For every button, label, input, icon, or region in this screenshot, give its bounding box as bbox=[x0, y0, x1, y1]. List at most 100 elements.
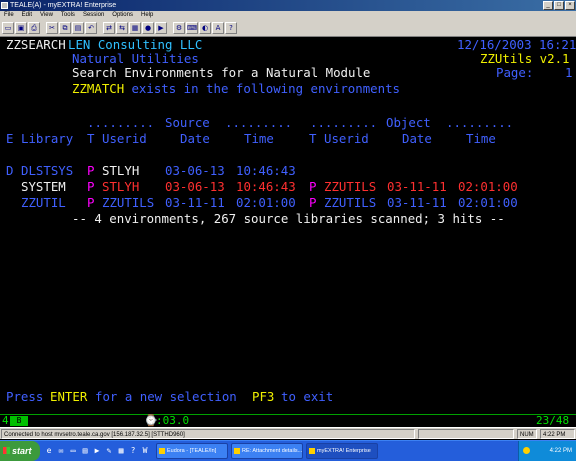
ie-icon[interactable]: e bbox=[44, 445, 54, 457]
terminal-screen[interactable]: ZZSEARCH LEN Consulting LLC 12/16/2003 1… bbox=[0, 37, 576, 414]
row-library: ZZUTIL bbox=[21, 195, 66, 210]
num-lock-indicator: NUM bbox=[517, 429, 537, 439]
copy-icon[interactable]: ⧉ bbox=[59, 22, 71, 34]
cut-icon[interactable]: ✂ bbox=[46, 22, 58, 34]
task-label: Eudora - [TEALE/In] bbox=[167, 448, 217, 454]
macro-icon[interactable]: ▦ bbox=[129, 22, 141, 34]
status-time: 4:22 PM bbox=[540, 429, 575, 439]
system-tray: 4:22 PM bbox=[518, 441, 576, 461]
minimize-button[interactable]: _ bbox=[543, 1, 553, 10]
col-e: E bbox=[6, 131, 14, 146]
cursor-position: 23/48 bbox=[536, 414, 570, 427]
row-source-date: 03-06-13 bbox=[165, 179, 225, 194]
row-source-date: 03-11-11 bbox=[165, 195, 225, 210]
help-icon[interactable]: ? bbox=[128, 445, 138, 457]
task-eudora[interactable]: Eudora - [TEALE/In] bbox=[156, 443, 228, 459]
row-object-time: 02:01:00 bbox=[458, 195, 518, 210]
connect-icon[interactable]: ⇄ bbox=[103, 22, 115, 34]
record-icon[interactable]: ● bbox=[142, 22, 154, 34]
operator-info-area: 4 B ⌚ :03.0 23/48 bbox=[0, 414, 576, 427]
footer-press: Press bbox=[6, 389, 44, 404]
program-name: ZZSEARCH bbox=[6, 37, 66, 52]
open-icon[interactable]: ▭ bbox=[2, 22, 14, 34]
object-dots-left: ......... bbox=[310, 115, 378, 130]
app-icon bbox=[1, 2, 8, 9]
menu-edit[interactable]: Edit bbox=[22, 11, 32, 20]
menu-bar: File Edit View Tools Session Options Hel… bbox=[0, 11, 576, 20]
start-label: start bbox=[12, 446, 32, 456]
col-object-date: Date bbox=[402, 131, 432, 146]
object-dots-right: ......... bbox=[446, 115, 514, 130]
task-myextra[interactable]: myEXTRA! Enterprise bbox=[306, 443, 378, 459]
table-row[interactable]: ZZUTIL P ZZUTILS 03-11-11 02:01:00 P ZZU… bbox=[0, 196, 518, 209]
row-source-date: 03-06-13 bbox=[165, 163, 225, 178]
play-icon[interactable]: ▶ bbox=[155, 22, 167, 34]
col-library: Library bbox=[21, 131, 74, 146]
disconnect-icon[interactable]: ⇆ bbox=[116, 22, 128, 34]
terminal-line-4: ZZMATCH exists in the following environm… bbox=[0, 82, 400, 95]
menu-tools[interactable]: Tools bbox=[61, 11, 75, 20]
screen-heading: Search Environments for a Natural Module bbox=[72, 65, 371, 80]
enter-key-label: ENTER bbox=[50, 389, 88, 404]
row-object-time: 02:01:00 bbox=[458, 179, 518, 194]
module-message: exists in the following environments bbox=[124, 81, 401, 96]
source-dots-right: ......... bbox=[225, 115, 293, 130]
menu-session[interactable]: Session bbox=[83, 11, 104, 20]
row-source-userid: ZZUTILS bbox=[102, 195, 155, 210]
column-header-1: ......... Source ......... ......... Obj… bbox=[0, 116, 513, 129]
maximize-button[interactable]: □ bbox=[554, 1, 564, 10]
menu-options[interactable]: Options bbox=[112, 11, 133, 20]
menu-view[interactable]: View bbox=[40, 11, 53, 20]
tray-icon[interactable] bbox=[523, 447, 530, 454]
font-icon[interactable]: A bbox=[212, 22, 224, 34]
windows-flag-icon bbox=[3, 447, 10, 454]
product-version: ZZUtils v2.1 bbox=[480, 51, 570, 66]
close-button[interactable]: × bbox=[565, 1, 575, 10]
undo-icon[interactable]: ↶ bbox=[85, 22, 97, 34]
keyboard-icon[interactable]: ⌨ bbox=[186, 22, 198, 34]
menu-help[interactable]: Help bbox=[141, 11, 153, 20]
outlook-icon[interactable]: ✉ bbox=[56, 445, 66, 457]
desktop-icon[interactable]: ▭ bbox=[68, 445, 78, 457]
row-object-date: 03-11-11 bbox=[387, 179, 447, 194]
row-e[interactable]: D bbox=[6, 164, 13, 177]
notepad-icon[interactable]: ✎ bbox=[104, 445, 114, 457]
company-name: LEN Consulting LLC bbox=[68, 37, 203, 52]
eudora-icon bbox=[159, 448, 165, 454]
terminal-line-2: Natural Utilities ZZUtils v2.1 bbox=[0, 52, 570, 65]
explorer-icon[interactable]: ▤ bbox=[80, 445, 90, 457]
row-library: DLSTSYS bbox=[21, 163, 74, 178]
status-bar: Connected to host mvsetro.teale.ca.gov [… bbox=[0, 427, 576, 439]
task-email[interactable]: RE: Attachment details... bbox=[231, 443, 303, 459]
row-source-time: 02:01:00 bbox=[236, 195, 296, 210]
source-header: Source bbox=[165, 115, 210, 130]
footer-new-selection: for a new selection bbox=[95, 389, 237, 404]
connection-status: Connected to host mvsetro.teale.ca.gov [… bbox=[1, 429, 415, 439]
email-icon bbox=[234, 448, 240, 454]
row-source-type: P bbox=[87, 195, 95, 210]
row-source-userid: STLYH bbox=[102, 179, 140, 194]
col-source-userid: Userid bbox=[102, 131, 147, 146]
paste-icon[interactable]: ▤ bbox=[72, 22, 84, 34]
print-icon[interactable]: ⎙ bbox=[28, 22, 40, 34]
table-row[interactable]: SYSTEM P STLYH 03-06-13 10:46:43 P ZZUTI… bbox=[0, 180, 518, 193]
start-button[interactable]: start bbox=[0, 441, 40, 461]
menu-file[interactable]: File bbox=[4, 11, 14, 20]
row-object-userid: ZZUTILS bbox=[324, 195, 377, 210]
summary-line: -- 4 environments, 267 source libraries … bbox=[0, 212, 505, 225]
date-time: 12/16/2003 16:21 bbox=[457, 37, 576, 52]
object-header: Object bbox=[386, 115, 431, 130]
help-icon[interactable]: ? bbox=[225, 22, 237, 34]
row-object-userid: ZZUTILS bbox=[324, 179, 377, 194]
word-icon[interactable]: W bbox=[140, 445, 150, 457]
save-icon[interactable]: ▣ bbox=[15, 22, 27, 34]
row-source-time: 10:46:43 bbox=[236, 163, 296, 178]
taskbar-clock: 4:22 PM bbox=[549, 448, 572, 454]
table-row[interactable]: D DLSTSYS P STLYH 03-06-13 10:46:43 bbox=[0, 164, 296, 177]
color-icon[interactable]: ◐ bbox=[199, 22, 211, 34]
settings-icon[interactable]: ⚙ bbox=[173, 22, 185, 34]
terminal-icon bbox=[309, 448, 315, 454]
calc-icon[interactable]: ▦ bbox=[116, 445, 126, 457]
row-object-type: P bbox=[309, 195, 317, 210]
media-icon[interactable]: ▶ bbox=[92, 445, 102, 457]
